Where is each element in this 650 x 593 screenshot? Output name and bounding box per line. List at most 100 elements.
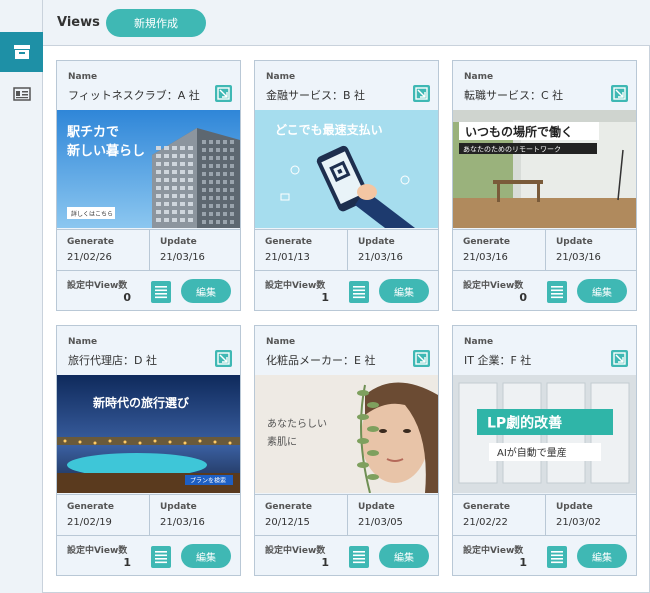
generate-caption: Generate <box>265 237 312 247</box>
generate-cell: Generate 21/02/19 <box>57 495 149 536</box>
view-count: 0 <box>519 291 527 304</box>
name-caption: Name <box>266 72 296 82</box>
update-date: 21/03/16 <box>556 252 601 263</box>
card-name: IT 企業：F 社 <box>464 354 532 367</box>
edit-button[interactable]: 編集 <box>577 544 627 568</box>
generate-date: 21/03/16 <box>463 252 508 263</box>
external-link-icon[interactable] <box>611 85 628 102</box>
view-count: 1 <box>321 291 329 304</box>
card-header: Name 旅行代理店：D 社 <box>57 326 240 374</box>
card-header: Name フィットネスクラブ：A 社 <box>57 61 240 109</box>
card-header: Name 金融サービス：B 社 <box>255 61 438 109</box>
list-icon[interactable] <box>349 546 369 568</box>
generate-cell: Generate 21/02/26 <box>57 230 149 271</box>
view-count: 1 <box>519 556 527 569</box>
card-dates: Generate 21/02/19 Update 21/03/16 <box>57 494 240 536</box>
thumb-headline: どこでも最速支払い <box>275 122 383 137</box>
card-thumbnail[interactable]: 駅チカで 新しい暮らし 詳しくはこちら <box>57 110 240 228</box>
update-cell: Update 21/03/05 <box>347 495 439 536</box>
view-count-caption: 設定中View数 <box>265 546 326 556</box>
view-card: Name 旅行代理店：D 社 新時代の旅行選び プランを検索 Generate … <box>56 325 241 576</box>
card-thumbnail[interactable]: あなたらしい 素肌に <box>255 375 438 493</box>
thumb-tag: プランを検索 <box>190 477 226 485</box>
generate-caption: Generate <box>265 502 312 512</box>
name-caption: Name <box>266 337 296 347</box>
name-caption: Name <box>464 337 494 347</box>
external-link-icon[interactable] <box>215 350 232 367</box>
name-caption: Name <box>68 72 98 82</box>
thumb-headline: いつもの場所で働く <box>465 124 573 139</box>
list-icon[interactable] <box>151 281 171 303</box>
thumb-tag: 詳しくはこちら <box>71 210 113 218</box>
new-view-button[interactable]: 新規作成 <box>106 9 206 37</box>
edit-button[interactable]: 編集 <box>379 544 429 568</box>
view-count-caption: 設定中View数 <box>463 546 524 556</box>
generate-cell: Generate 21/03/16 <box>453 230 545 271</box>
card-dates: Generate 21/01/13 Update 21/03/16 <box>255 229 438 271</box>
thumb-headline: 新しい暮らし <box>67 143 145 159</box>
thumb-headline: LP劇的改善 <box>487 415 562 432</box>
update-date: 21/03/02 <box>556 517 601 528</box>
view-count: 1 <box>123 556 131 569</box>
archive-icon <box>13 45 30 59</box>
update-cell: Update 21/03/02 <box>545 495 637 536</box>
thumb-headline: 駅チカで <box>66 125 119 140</box>
external-link-icon[interactable] <box>413 85 430 102</box>
view-count: 1 <box>321 556 329 569</box>
list-icon[interactable] <box>547 281 567 303</box>
sidebar-profile-button[interactable] <box>0 74 43 114</box>
card-footer: 設定中View数 1 編集 <box>255 537 438 575</box>
id-card-icon <box>12 87 31 101</box>
card-thumbnail[interactable]: 新時代の旅行選び プランを検索 <box>57 375 240 493</box>
card-footer: 設定中View数 1 編集 <box>57 537 240 575</box>
update-caption: Update <box>358 237 395 247</box>
edit-button[interactable]: 編集 <box>181 544 231 568</box>
external-link-icon[interactable] <box>611 350 628 367</box>
generate-date: 20/12/15 <box>265 517 310 528</box>
view-card: Name 金融サービス：B 社 どこでも最速支払い Generate 21/01… <box>254 60 439 311</box>
thumb-headline: あなたらしい <box>267 418 327 430</box>
list-icon[interactable] <box>547 546 567 568</box>
update-caption: Update <box>556 502 593 512</box>
card-footer: 設定中View数 1 編集 <box>255 272 438 310</box>
update-date: 21/03/16 <box>160 252 205 263</box>
thumb-headline: 新時代の旅行選び <box>93 395 190 410</box>
update-date: 21/03/16 <box>358 252 403 263</box>
view-card: Name 化粧品メーカー：E 社 あなたらしい 素肌に Generate 20/… <box>254 325 439 576</box>
card-thumbnail[interactable]: いつもの場所で働く あなたのためのリモートワーク <box>453 110 636 228</box>
edit-button[interactable]: 編集 <box>379 279 429 303</box>
name-caption: Name <box>68 337 98 347</box>
edit-button[interactable]: 編集 <box>181 279 231 303</box>
update-caption: Update <box>160 502 197 512</box>
generate-cell: Generate 21/01/13 <box>255 230 347 271</box>
generate-caption: Generate <box>67 502 114 512</box>
card-header: Name 化粧品メーカー：E 社 <box>255 326 438 374</box>
card-name: 旅行代理店：D 社 <box>68 354 157 367</box>
generate-caption: Generate <box>463 237 510 247</box>
card-name: 金融サービス：B 社 <box>266 89 366 102</box>
page-title: Views <box>57 15 100 30</box>
thumb-headline: 素肌に <box>267 435 297 448</box>
edit-button[interactable]: 編集 <box>577 279 627 303</box>
card-dates: Generate 20/12/15 Update 21/03/05 <box>255 494 438 536</box>
card-dates: Generate 21/02/26 Update 21/03/16 <box>57 229 240 271</box>
generate-date: 21/02/22 <box>463 517 508 528</box>
card-dates: Generate 21/03/16 Update 21/03/16 <box>453 229 636 271</box>
sidebar-views-button[interactable] <box>0 32 43 72</box>
generate-cell: Generate 20/12/15 <box>255 495 347 536</box>
external-link-icon[interactable] <box>413 350 430 367</box>
update-cell: Update 21/03/16 <box>347 230 439 271</box>
card-name: 化粧品メーカー：E 社 <box>266 354 376 367</box>
card-thumbnail[interactable]: どこでも最速支払い <box>255 110 438 228</box>
external-link-icon[interactable] <box>215 85 232 102</box>
thumb-subheadline: あなたのためのリモートワーク <box>463 146 561 154</box>
card-dates: Generate 21/02/22 Update 21/03/02 <box>453 494 636 536</box>
card-thumbnail[interactable]: LP劇的改善 AIが自動で量産 <box>453 375 636 493</box>
view-count: 0 <box>123 291 131 304</box>
top-bar: Views 新規作成 <box>43 0 650 46</box>
list-icon[interactable] <box>151 546 171 568</box>
update-date: 21/03/16 <box>160 517 205 528</box>
list-icon[interactable] <box>349 281 369 303</box>
card-name: 転職サービス：C 社 <box>464 89 564 102</box>
card-footer: 設定中View数 0 編集 <box>57 272 240 310</box>
